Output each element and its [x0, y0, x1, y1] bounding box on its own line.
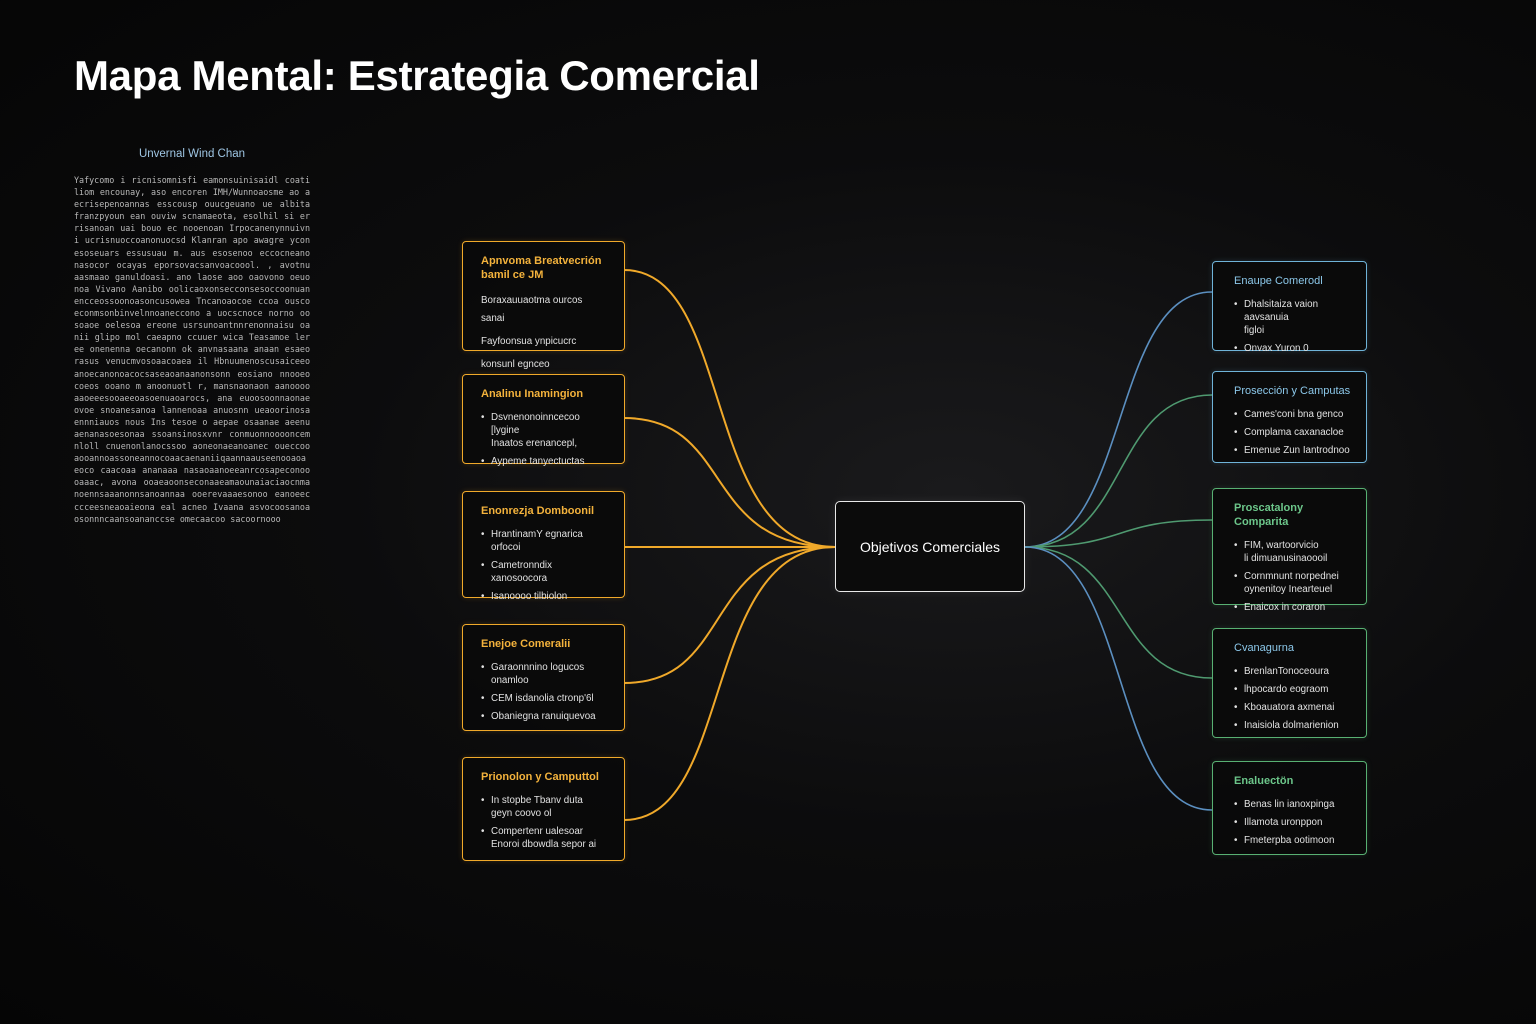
left-node-2[interactable]: Analinu Inamingion Dsvnenonoinncecoo [ly…: [462, 374, 625, 468]
right-node-4-item: Kboauatora axmenai: [1234, 701, 1352, 714]
right-node-4[interactable]: Cvanagurna BrenlanTonoceoura lhpocardo e…: [1212, 628, 1367, 738]
right-node-4-item: BrenlanTonoceoura: [1234, 665, 1352, 678]
left-node-1-item: konsunl egnceo: [481, 359, 550, 370]
right-node-5[interactable]: Enaluectön Benas lin ianoxpinga Illamota…: [1212, 761, 1367, 855]
link-left-5: [623, 546, 836, 821]
right-node-4-item: lhpocardo eograom: [1234, 683, 1352, 696]
right-node-3-item: Cornmnunt norpednei oynenitoy Inearteuel: [1234, 570, 1352, 596]
left-node-5-title: Prionolon y Camputtol: [481, 771, 599, 783]
left-node-4-item: CEM isdanolia ctronp'6l: [481, 692, 608, 705]
right-node-5-title: Enaluectön: [1234, 775, 1294, 787]
right-node-3-title: Proscatalony Comparita: [1234, 502, 1304, 528]
link-right-1: [1024, 291, 1213, 548]
left-node-2-item: Aypeme tanyectuctas: [481, 455, 608, 468]
left-node-4-title: Enejoe Comeralii: [481, 638, 571, 650]
right-node-5-item: Benas lin ianoxpinga: [1234, 798, 1352, 811]
right-node-2-item: Cames'coni bna genco: [1234, 408, 1352, 421]
link-left-4: [623, 546, 836, 684]
left-node-2-item: Dsvnenonoinncecoo [lygine Inaatos erenan…: [481, 411, 608, 450]
left-node-5-item: In stopbe Tbanv duta geyn coovo ol: [481, 794, 608, 820]
left-node-4-item: Garaonnnino logucos onamloo: [481, 661, 608, 687]
link-right-5: [1024, 546, 1213, 811]
right-node-1-item: Dhalsitaiza vaion aavsanuia figloi: [1234, 298, 1352, 337]
right-node-5-item: Illamota uronppon: [1234, 816, 1352, 829]
right-node-1-title: Enaupe Comerodl: [1234, 275, 1323, 287]
right-node-2-title: Prosección y Camputas: [1234, 385, 1351, 397]
center-node[interactable]: Objetivos Comerciales: [835, 501, 1025, 592]
left-node-1-item: Fayfoonsua ynpicucrc: [481, 336, 577, 347]
left-node-5-item: Compertenr ualesoar Enoroi dbowdla sepor…: [481, 825, 608, 851]
link-right-4: [1024, 546, 1213, 679]
left-node-4[interactable]: Enejoe Comeralii Garaonnnino logucos ona…: [462, 624, 625, 731]
left-node-3-item: Cametronndix xanosoocora: [481, 559, 608, 585]
right-node-3[interactable]: Proscatalony Comparita FIM, wartoorvicio…: [1212, 488, 1367, 614]
center-node-label: Objetivos Comerciales: [859, 538, 1001, 555]
left-node-3-item: Isanoooo tilbiolon: [481, 590, 608, 603]
link-left-1: [623, 269, 836, 548]
right-node-2[interactable]: Prosección y Camputas Cames'coni bna gen…: [1212, 371, 1367, 463]
right-node-2-item: Emenue Zun Iantrodnoo: [1234, 444, 1352, 457]
left-node-2-title: Analinu Inamingion: [481, 388, 584, 400]
left-node-4-item: Obaniegna ranuiquevoa: [481, 710, 608, 723]
right-node-1[interactable]: Enaupe Comerodl Dhalsitaiza vaion aavsan…: [1212, 261, 1367, 355]
link-right-2: [1024, 394, 1213, 548]
right-node-1-item: Onvax Yuron 0: [1234, 342, 1352, 355]
left-node-5[interactable]: Prionolon y Camputtol In stopbe Tbanv du…: [462, 757, 625, 861]
right-node-4-item: Inaisiola dolmarienion: [1234, 719, 1352, 732]
right-node-2-item: Complama caxanacloe: [1234, 426, 1352, 439]
left-node-3-title: Enonrezja Domboonil: [481, 505, 595, 517]
right-node-4-title: Cvanagurna: [1234, 642, 1294, 654]
left-node-1-title: Apnvoma Breatvecrión bamil ce JM: [481, 255, 602, 281]
left-node-3-item: HrantinamY egnarica orfocoi: [481, 528, 608, 554]
right-node-3-item: FIM, wartoorvicio li dimuanusinaoooil: [1234, 539, 1352, 565]
left-node-3[interactable]: Enonrezja Domboonil HrantinamY egnarica …: [462, 491, 625, 603]
right-node-3-item: Enaicox in coraron: [1234, 601, 1352, 614]
left-node-1-item: Boraxauuaotma ourcos sanai: [481, 295, 583, 324]
right-node-5-item: Fmeterpba ootimoon: [1234, 834, 1352, 847]
left-node-1[interactable]: Apnvoma Breatvecrión bamil ce JM Boraxau…: [462, 241, 625, 370]
